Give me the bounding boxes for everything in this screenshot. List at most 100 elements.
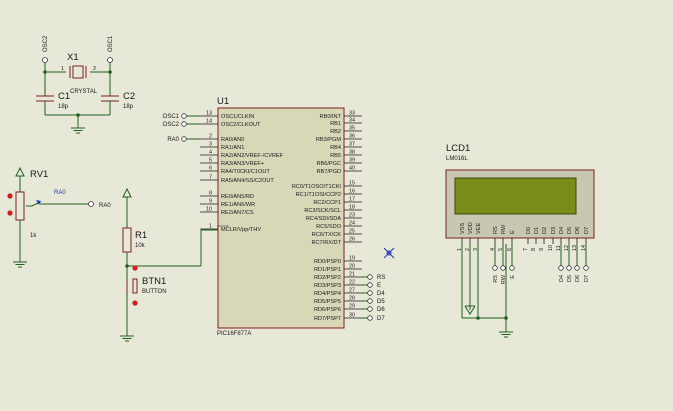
u1-right-pin-name: RD5/PSP5 (314, 299, 341, 305)
lcd-pin-name: D7 (584, 227, 590, 234)
pushbutton-btn1[interactable]: BTN1 BUTTON (126, 265, 167, 306)
lcd-pin-number: 7 (523, 248, 529, 251)
u1-right-pin-name: RB1 (330, 121, 341, 127)
u1-right-pin-name: RB6/PGC (316, 161, 341, 167)
r1-value: 10k (135, 243, 146, 249)
lcd-pin-name: VEE (476, 223, 482, 234)
portd-net-label: RS (377, 275, 385, 281)
lcd-net-label: D6 (575, 275, 581, 282)
u1-right-pin-number: 19 (349, 256, 355, 262)
portd-net-terminal[interactable] (367, 306, 373, 312)
u1-left-net-terminals: OSC1 OSC2 RA0 (163, 113, 200, 143)
crystal-ref: X1 (67, 52, 79, 63)
u1-right-pin-number: 27 (349, 288, 355, 294)
u1-left-pin-name: RA2/AN2/VREF-/CVREF (221, 153, 284, 159)
left-net-terminal[interactable] (181, 113, 187, 119)
lcd-pin-number: 10 (548, 245, 554, 251)
u1-right-pin-number: 21 (349, 272, 355, 278)
lcd-pin-name: VDD (468, 222, 474, 234)
lcd-net-label: D4 (559, 275, 565, 282)
lcd-pin-name: D5 (567, 227, 573, 234)
u1-right-pin-number: 18 (349, 205, 355, 211)
u1-right-pin-number: 39 (349, 158, 355, 164)
microcontroller-u1[interactable]: U1 PIC16F877A 13OSC1/CLKIN14OSC2/CLKOUT2… (200, 96, 362, 337)
potentiometer-rv1[interactable]: RV1 1k RA0 RA0 (7, 166, 111, 268)
osc2-net-terminal[interactable] (42, 57, 48, 63)
resistor-r1[interactable]: R1 10k (122, 227, 147, 253)
left-net-terminal[interactable] (181, 121, 187, 127)
lcd-net-terminal[interactable] (574, 265, 580, 271)
left-net-label: OSC1 (163, 114, 180, 120)
lcd-net-label: E (510, 275, 516, 279)
u1-left-pin-name: RE1/AN6/WR (221, 202, 255, 208)
u1-right-pin-name: RD2/PSP2 (314, 275, 341, 281)
u1-right-pin-number: 28 (349, 296, 355, 302)
u1-left-pin-name: RA4/T0CKI/C1OUT (221, 169, 270, 175)
u1-right-pin-name: RC2/CCP1 (313, 200, 341, 206)
u1-left-pin-number: 2 (209, 134, 212, 140)
u1-left-pin-name: RE0/AN5/RD (221, 194, 254, 200)
lcd-lm016l[interactable]: LCD1 LM016L VSS1VDD2VEE3RS4RSRW5RWE6ED07… (445, 143, 595, 284)
u1-left-pin-number: 9 (209, 199, 212, 205)
lcd-net-terminal[interactable] (509, 265, 515, 271)
crystal-pin1: 1 (61, 66, 64, 72)
u1-right-pin-name: RB5 (330, 153, 341, 159)
u1-right-pin-name: RD0/PSP0 (314, 259, 341, 265)
left-net-label: RA0 (167, 137, 179, 143)
u1-right-pin-name: RC0/T1OSO/T1CKI (292, 184, 342, 190)
u1-right-pin-number: 37 (349, 142, 355, 148)
u1-right-pin-name: RD7/PSP7 (314, 316, 341, 322)
osc1-net-terminal[interactable] (107, 57, 113, 63)
u1-left-pin-name: MCLR/Vpp/THV (221, 227, 261, 233)
lcd-pin-name: D4 (559, 227, 565, 234)
ground-symbol-reset (120, 335, 134, 342)
portd-net-terminal[interactable] (367, 315, 373, 321)
lcd-net-terminal[interactable] (500, 265, 506, 271)
u1-right-pin-number: 20 (349, 264, 355, 270)
c2-ref: C2 (123, 91, 135, 102)
lcd-net-terminal[interactable] (566, 265, 572, 271)
probe-marker[interactable] (383, 247, 395, 259)
u1-right-pin-number: 16 (349, 189, 355, 195)
lcd-net-terminal[interactable] (583, 265, 589, 271)
u1-right-pin-number: 34 (349, 118, 355, 124)
u1-right-pin-name: RC5/SDO (316, 224, 342, 230)
lcd-pin-name: D0 (526, 227, 532, 234)
crystal-pin2: 2 (93, 66, 96, 72)
u1-right-pin-number: 38 (349, 150, 355, 156)
ra0-net-terminal[interactable] (88, 201, 94, 207)
u1-right-pin-number: 24 (349, 221, 355, 227)
lcd-pin-name: D2 (542, 227, 548, 234)
u1-left-pin-number: 5 (209, 158, 212, 164)
c1-value: 18p (58, 104, 69, 110)
ground-symbol-pot (13, 261, 27, 268)
u1-right-pin-name: RB2 (330, 129, 341, 135)
portd-net-terminal[interactable] (367, 290, 373, 296)
u1-right-pin-number: 26 (349, 237, 355, 243)
u1-left-pin-name: RA0/AN0 (221, 137, 244, 143)
lcd-part: LM016L (446, 156, 468, 162)
lcd-pin-name: E (510, 230, 516, 234)
lcd-net-terminal[interactable] (492, 265, 498, 271)
portd-net-terminal[interactable] (367, 282, 373, 288)
lcd-net-label: RS (493, 275, 499, 283)
portd-net-label: E (377, 283, 381, 289)
portd-net-terminal[interactable] (367, 298, 373, 304)
left-net-terminal[interactable] (181, 136, 187, 142)
lcd-pin-number: 9 (539, 248, 545, 251)
portd-net-terminal[interactable] (367, 274, 373, 280)
u1-left-pin-name: RA5/AN4/SS/C2OUT (221, 178, 274, 184)
u1-part: PIC16F877A (217, 331, 251, 337)
u1-right-pin-number: 40 (349, 166, 355, 172)
u1-left-pin-number: 7 (209, 175, 212, 181)
capacitor-c1[interactable]: C1 18p (36, 91, 70, 110)
capacitor-c2[interactable]: C2 18p (101, 91, 135, 110)
u1-right-pin-name: RC1/T1OSI/CCP2 (296, 192, 341, 198)
crystal-x1[interactable]: 1 2 X1 CRYSTAL (61, 52, 98, 95)
u1-right-pin-number: 30 (349, 313, 355, 319)
u1-left-pin-name: OSC2/CLKOUT (221, 122, 261, 128)
u1-right-pin-name: RB4 (330, 145, 341, 151)
lcd-net-label: D5 (567, 275, 573, 282)
lcd-pin-name: VSS (460, 223, 466, 234)
lcd-net-terminal[interactable] (558, 265, 564, 271)
